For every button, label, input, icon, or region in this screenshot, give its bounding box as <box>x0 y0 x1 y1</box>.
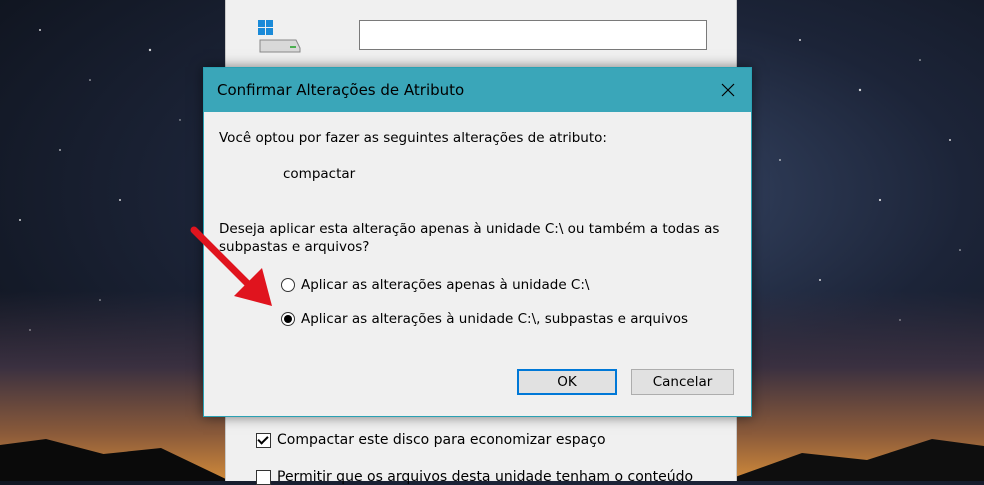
index-checkbox-label: Permitir que os arquivos desta unidade t… <box>277 469 694 485</box>
option-drive-subfolders-label: Aplicar as alterações à unidade C:\, sub… <box>301 311 689 327</box>
dialog-title: Confirmar Alterações de Atributo <box>217 81 465 99</box>
close-icon <box>721 83 735 97</box>
ok-button[interactable]: OK <box>517 369 617 395</box>
option-drive-only-label: Aplicar as alterações apenas à unidade C… <box>301 277 590 293</box>
intro-text: Você optou por fazer as seguintes altera… <box>219 130 607 146</box>
change-description: compactar <box>283 166 356 182</box>
cancel-button[interactable]: Cancelar <box>631 369 734 395</box>
option-drive-subfolders[interactable]: Aplicar as alterações à unidade C:\, sub… <box>281 311 688 327</box>
radio-drive-only[interactable] <box>281 278 295 292</box>
confirm-attribute-changes-dialog: Confirmar Alterações de Atributo Você op… <box>203 67 752 417</box>
compress-checkbox-label: Compactar este disco para economizar esp… <box>277 432 606 448</box>
annotation-arrow <box>190 226 280 315</box>
index-checkbox[interactable] <box>256 469 271 485</box>
drive-icon <box>256 18 302 58</box>
dialog-titlebar[interactable]: Confirmar Alterações de Atributo <box>204 68 751 112</box>
question-line-1: Deseja aplicar esta alteração apenas à u… <box>219 221 720 237</box>
compress-checkbox[interactable] <box>256 432 271 448</box>
drive-name-input[interactable] <box>359 20 707 50</box>
index-option[interactable]: Permitir que os arquivos desta unidade t… <box>256 469 693 485</box>
close-button[interactable] <box>705 68 751 112</box>
option-drive-only[interactable]: Aplicar as alterações apenas à unidade C… <box>281 277 589 293</box>
compress-option[interactable]: Compactar este disco para economizar esp… <box>256 432 606 448</box>
radio-drive-subfolders[interactable] <box>281 312 295 326</box>
